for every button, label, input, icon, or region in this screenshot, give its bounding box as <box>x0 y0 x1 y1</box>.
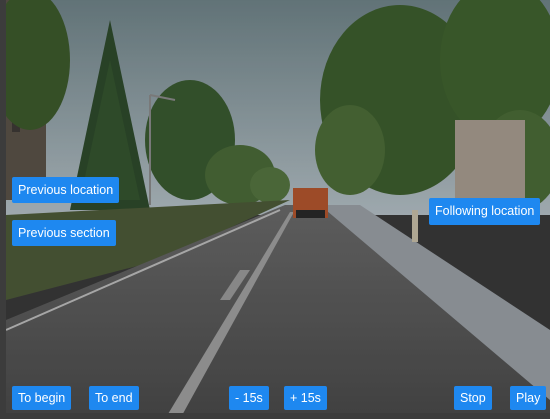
frame-bottom-edge <box>0 413 550 419</box>
forward-15s-button[interactable]: + 15s <box>284 386 327 410</box>
stop-button[interactable]: Stop <box>454 386 492 410</box>
frame-left-edge <box>0 0 6 419</box>
following-location-button[interactable]: Following location <box>429 198 541 225</box>
to-end-button[interactable]: To end <box>89 386 139 410</box>
street-view-player: Previous location Previous section Follo… <box>0 0 550 419</box>
play-button[interactable]: Play <box>510 386 547 410</box>
previous-location-button[interactable]: Previous location <box>12 177 120 203</box>
to-begin-button[interactable]: To begin <box>12 386 72 410</box>
previous-section-button[interactable]: Previous section <box>12 220 116 246</box>
back-15s-button[interactable]: - 15s <box>229 386 269 410</box>
